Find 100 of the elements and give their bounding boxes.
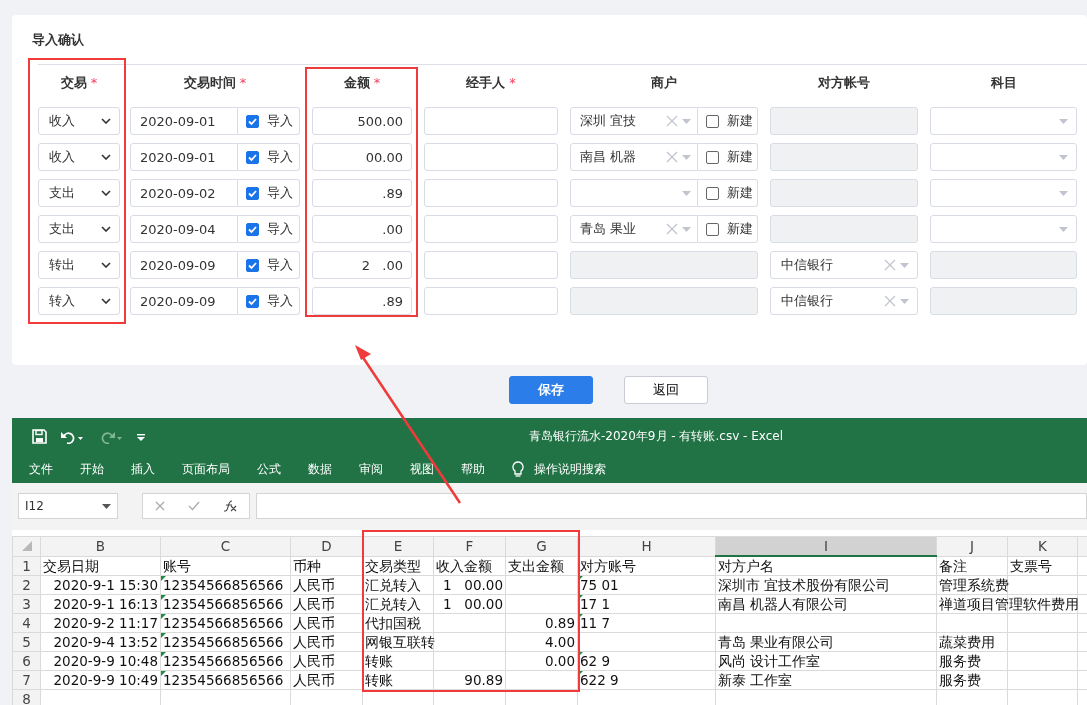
- column-header[interactable]: D: [290, 536, 363, 556]
- caret-down-icon: [1059, 118, 1068, 124]
- date-field[interactable]: 2020-09-09: [130, 287, 238, 315]
- caret-down-icon: [1059, 226, 1068, 232]
- new-checkbox[interactable]: 新建: [698, 107, 758, 135]
- table-cell: 收入金额: [436, 557, 492, 574]
- handler-field[interactable]: [424, 287, 558, 315]
- handler-field[interactable]: [424, 143, 558, 171]
- merchant-select[interactable]: 深圳 宜技: [570, 107, 698, 135]
- handler-field[interactable]: [424, 251, 558, 279]
- table-cell: 代扣国税: [365, 615, 421, 631]
- subject-select[interactable]: [930, 143, 1077, 171]
- import-checkbox[interactable]: 导入: [238, 179, 300, 207]
- menu-tab[interactable]: 开始: [80, 460, 104, 478]
- merchant-select[interactable]: 南昌 机器: [570, 143, 698, 171]
- import-checkbox[interactable]: 导入: [238, 143, 300, 171]
- clear-icon: [666, 223, 678, 235]
- error-flag-icon: [578, 671, 583, 676]
- table-cell: 622 9: [580, 672, 619, 688]
- table-cell: 2020-9-2 11:17: [53, 615, 158, 631]
- subject-select[interactable]: [930, 179, 1077, 207]
- clear-icon: [666, 115, 678, 127]
- subject-select[interactable]: [930, 107, 1077, 135]
- column-header[interactable]: B: [40, 536, 161, 556]
- account-select[interactable]: 中信银行: [770, 287, 918, 315]
- column-header: 金额: [343, 75, 370, 90]
- clear-icon: [884, 295, 896, 307]
- menu-tab[interactable]: 页面布局: [182, 460, 230, 478]
- date-field[interactable]: 2020-09-01: [130, 107, 238, 135]
- back-button[interactable]: 返回: [624, 376, 708, 404]
- row-header[interactable]: 1: [12, 556, 41, 576]
- import-checkbox[interactable]: 导入: [238, 251, 300, 279]
- new-checkbox[interactable]: 新建: [698, 143, 758, 171]
- name-box[interactable]: I12: [18, 493, 118, 519]
- type-select[interactable]: 收入: [38, 143, 120, 171]
- handler-field[interactable]: [424, 215, 558, 243]
- type-select[interactable]: 转入: [38, 287, 120, 315]
- menu-tab[interactable]: 数据: [308, 460, 332, 478]
- amount-field[interactable]: 500.00: [312, 107, 412, 135]
- table-cell: 人民币: [293, 615, 335, 631]
- amount-field[interactable]: .89: [312, 179, 412, 207]
- formula-field[interactable]: [256, 493, 1087, 519]
- error-flag-icon: [161, 633, 166, 638]
- column-header[interactable]: K: [1007, 536, 1078, 556]
- column-header[interactable]: G: [505, 536, 578, 556]
- table-cell: 2020-9-4 13:52: [53, 634, 158, 650]
- table-cell: 支出金额: [508, 557, 564, 574]
- merchant-select[interactable]: 青岛 果业: [570, 215, 698, 243]
- date-field[interactable]: 2020-09-02: [130, 179, 238, 207]
- chevron-down-icon: [101, 298, 111, 304]
- type-select[interactable]: 转出: [38, 251, 120, 279]
- error-flag-icon: [578, 595, 583, 600]
- amount-field[interactable]: .00: [312, 215, 412, 243]
- caret-down-icon: [682, 226, 691, 232]
- new-checkbox[interactable]: 新建: [698, 179, 758, 207]
- column-header[interactable]: C: [160, 536, 291, 556]
- amount-field[interactable]: .89: [312, 287, 412, 315]
- required-mark: *: [509, 75, 516, 90]
- error-flag-icon: [161, 614, 166, 619]
- column-header[interactable]: I: [715, 536, 937, 556]
- menu-tab[interactable]: 插入: [131, 460, 155, 478]
- import-checkbox[interactable]: 导入: [238, 287, 300, 315]
- import-checkbox[interactable]: 导入: [238, 215, 300, 243]
- date-field[interactable]: 2020-09-09: [130, 251, 238, 279]
- new-checkbox[interactable]: 新建: [698, 215, 758, 243]
- subject-select[interactable]: [930, 215, 1077, 243]
- lightbulb-icon: [512, 460, 524, 478]
- column-header[interactable]: J: [936, 536, 1008, 556]
- column-header: 商户: [651, 75, 677, 90]
- required-mark: *: [373, 75, 381, 90]
- menu-tab[interactable]: 公式: [257, 460, 281, 478]
- column-header[interactable]: H: [577, 536, 716, 556]
- tell-me-search[interactable]: 操作说明搜索: [534, 460, 606, 478]
- column-header[interactable]: F: [433, 536, 506, 556]
- type-select[interactable]: 收入: [38, 107, 120, 135]
- column-header[interactable]: E: [362, 536, 434, 556]
- chevron-down-icon: [101, 154, 111, 160]
- function-icon: [223, 500, 238, 512]
- menu-tab[interactable]: 视图: [410, 460, 434, 478]
- amount-field[interactable]: 2 .00: [312, 251, 412, 279]
- handler-field[interactable]: [424, 179, 558, 207]
- cancel-icon: [154, 501, 165, 511]
- handler-field[interactable]: [424, 107, 558, 135]
- table-cell: 汇兑转入: [365, 577, 421, 593]
- type-select[interactable]: 支出: [38, 179, 120, 207]
- type-select[interactable]: 支出: [38, 215, 120, 243]
- save-button[interactable]: 保存: [509, 376, 593, 404]
- menu-tab[interactable]: 审阅: [359, 460, 383, 478]
- date-field[interactable]: 2020-09-04: [130, 215, 238, 243]
- table-cell: 12354566856566: [163, 672, 284, 688]
- merchant-select[interactable]: [570, 179, 698, 207]
- table-cell: 人民币: [293, 634, 335, 650]
- account-select[interactable]: 中信银行: [770, 251, 918, 279]
- menu-tab[interactable]: 文件: [29, 460, 53, 478]
- date-field[interactable]: 2020-09-01: [130, 143, 238, 171]
- table-cell: 0.00: [544, 653, 575, 669]
- menu-tab[interactable]: 帮助: [461, 460, 485, 478]
- amount-field[interactable]: 00.00: [312, 143, 412, 171]
- table-cell: 62 9: [580, 653, 611, 669]
- import-checkbox[interactable]: 导入: [238, 107, 300, 135]
